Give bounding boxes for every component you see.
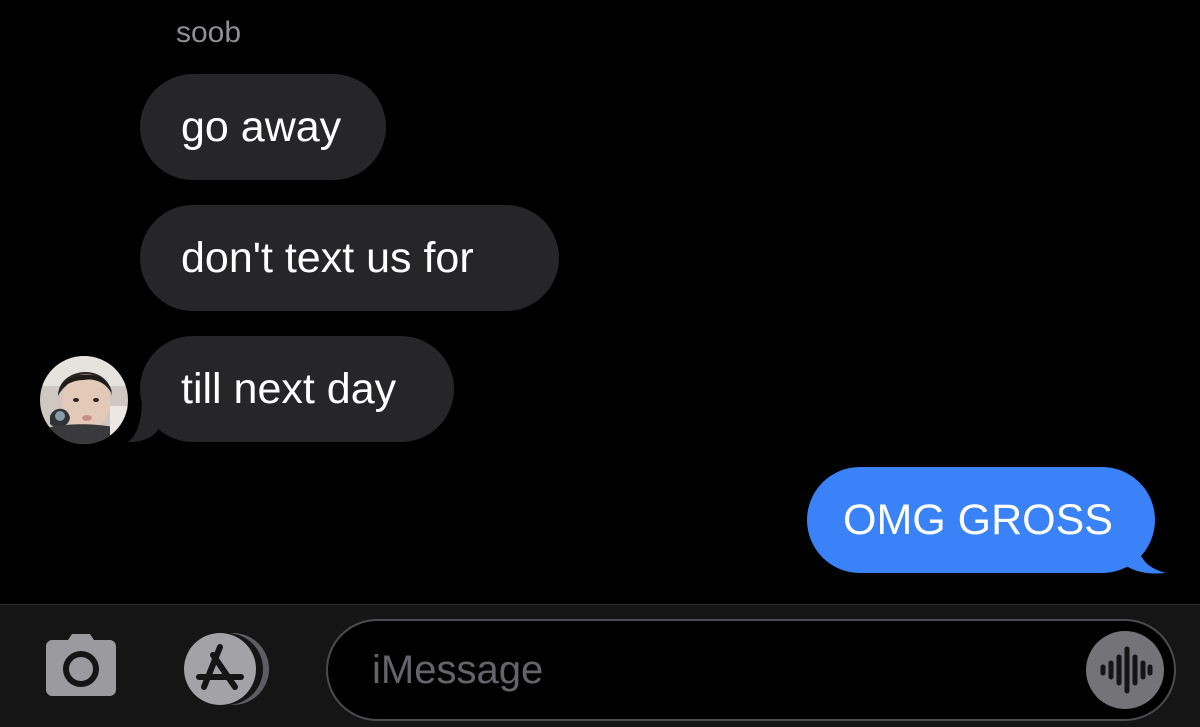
message-bubble-incoming[interactable]: go away (140, 74, 386, 180)
sender-name: soob (176, 16, 242, 49)
contact-avatar[interactable] (40, 356, 128, 444)
imessage-input[interactable]: iMessage (326, 619, 1176, 721)
message-bubble-outgoing[interactable]: OMG GROSS (807, 467, 1155, 573)
app-store-button[interactable] (183, 633, 279, 707)
audio-message-button[interactable] (1086, 631, 1164, 709)
messages-screen: soob go away don't text us for till next… (0, 0, 1200, 727)
imessage-placeholder: iMessage (372, 648, 544, 692)
app-store-icon (184, 633, 269, 705)
audio-waveform-icon (1100, 646, 1153, 694)
camera-icon (46, 634, 116, 696)
message-bubble-incoming[interactable]: don't text us for (140, 205, 559, 311)
message-input-bar: iMessage (0, 604, 1200, 727)
camera-button[interactable] (46, 634, 116, 696)
message-bubble-incoming[interactable]: till next day (140, 336, 454, 442)
avatar-photo (40, 356, 128, 444)
